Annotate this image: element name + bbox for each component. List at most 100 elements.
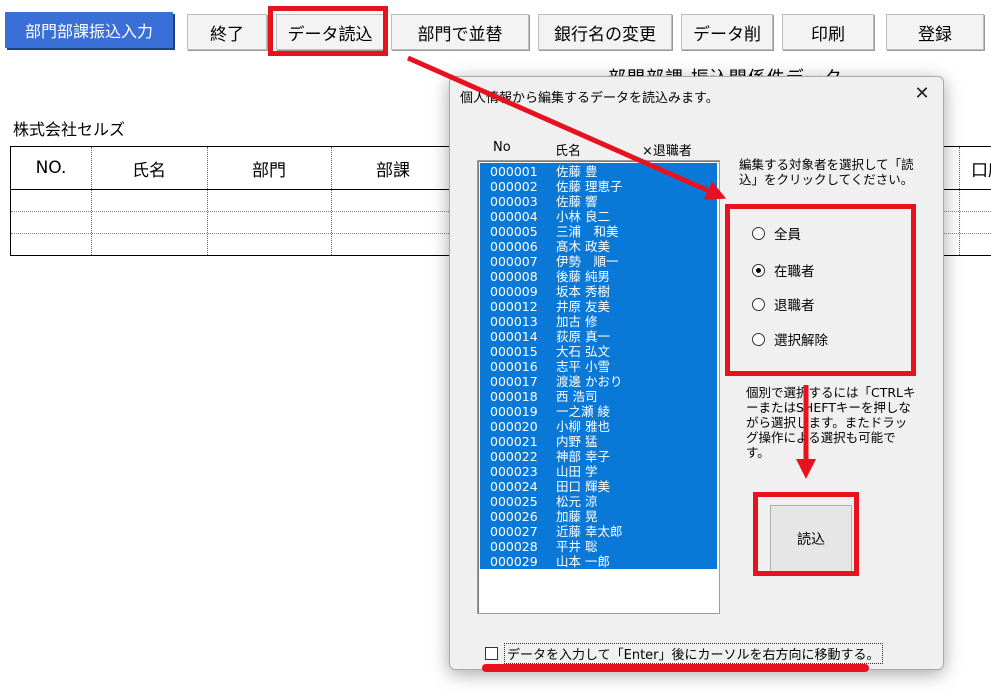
- radio-retired-employees[interactable]: 退職者: [752, 294, 815, 314]
- employee-name: 小林 良二: [556, 209, 610, 224]
- employee-name: 山本 一郎: [556, 554, 610, 569]
- instruction-text: 編集する対象者を選択して「読込」をクリックしてください。: [739, 157, 914, 187]
- company-name: 株式会社セルズ: [13, 120, 126, 139]
- list-header-retired: ×退職者: [642, 144, 692, 159]
- employee-no: 000014: [490, 329, 538, 344]
- list-item[interactable]: 000027 近藤 幸太郎: [490, 524, 622, 539]
- change-bank-name-button[interactable]: 銀行名の変更: [538, 14, 672, 50]
- employee-name: 小柳 雅也: [556, 419, 610, 434]
- list-item[interactable]: 000001 佐藤 豊: [490, 164, 597, 179]
- radio-circle-icon: [752, 226, 765, 240]
- checkbox-icon: [485, 647, 498, 660]
- list-item[interactable]: 000002 佐藤 理恵子: [490, 179, 622, 194]
- employee-name: 伊勢 順一: [556, 254, 619, 269]
- employee-name: 坂本 秀樹: [556, 284, 610, 299]
- print-button[interactable]: 印刷: [782, 14, 874, 50]
- column-header-name: 氏名: [132, 160, 166, 181]
- list-item[interactable]: 000015 大石 弘文: [490, 344, 610, 359]
- list-item[interactable]: 000008 後藤 純男: [490, 269, 610, 284]
- list-item[interactable]: 000013 加古 修: [490, 314, 597, 329]
- dialog-title: 個人情報から編集するデータを読込みます。: [460, 91, 719, 106]
- register-button[interactable]: 登録: [886, 14, 984, 50]
- employee-no: 000002: [490, 179, 538, 194]
- employee-no: 000028: [490, 539, 538, 554]
- list-item[interactable]: 000023 山田 学: [490, 464, 597, 479]
- radio-label: 全員: [774, 227, 801, 243]
- list-item[interactable]: 000016 志平 小雪: [490, 359, 610, 374]
- employee-no: 000013: [490, 314, 538, 329]
- checkbox-label: データを入力して「Enter」後にカーソルを右方向に移動する。: [504, 643, 883, 664]
- employee-name: 佐藤 理恵子: [556, 179, 623, 194]
- list-item[interactable]: 000025 松元 涼: [490, 494, 597, 509]
- list-item[interactable]: 000022 神部 幸子: [490, 449, 610, 464]
- employee-name: 大石 弘文: [556, 344, 610, 359]
- employee-name: 渡邊 かおり: [556, 374, 623, 389]
- grid-divider: [91, 147, 92, 255]
- list-item[interactable]: 000014 荻原 真一: [490, 329, 610, 344]
- list-item[interactable]: 000019 一之瀬 綾: [490, 404, 610, 419]
- list-item[interactable]: 000029 山本 一郎: [490, 554, 610, 569]
- list-item[interactable]: 000026 加藤 晃: [490, 509, 597, 524]
- column-header-account: 口座: [971, 160, 991, 181]
- list-item[interactable]: 000009 坂本 秀樹: [490, 284, 610, 299]
- list-item[interactable]: 000012 井原 友美: [490, 299, 610, 314]
- employee-no: 000005: [490, 224, 538, 239]
- employee-name: 山田 学: [556, 464, 598, 479]
- radio-clear-selection[interactable]: 選択解除: [752, 329, 828, 349]
- list-item[interactable]: 000018 西 浩司: [490, 389, 597, 404]
- radio-active-employees[interactable]: 在職者: [752, 260, 815, 280]
- delete-data-button[interactable]: データ削: [681, 14, 773, 50]
- column-header-section: 部課: [376, 160, 410, 181]
- read-button[interactable]: 読込: [770, 505, 852, 573]
- employee-no: 000015: [490, 344, 538, 359]
- move-cursor-right-checkbox[interactable]: データを入力して「Enter」後にカーソルを右方向に移動する。: [485, 643, 883, 664]
- grid-divider: [331, 147, 332, 255]
- column-header-department: 部門: [252, 160, 286, 181]
- employee-listbox[interactable]: 000001 佐藤 豊 000002 佐藤 理恵子 000003 佐藤 響 000004 小林…: [477, 160, 720, 614]
- employee-name: 佐藤 響: [556, 194, 598, 209]
- employee-name: 三浦 和美: [556, 224, 619, 239]
- employee-no: 000009: [490, 284, 538, 299]
- employee-name: 佐藤 豊: [556, 164, 598, 179]
- employee-no: 000019: [490, 404, 538, 419]
- employee-name: 井原 友美: [556, 299, 610, 314]
- list-header-no: No: [493, 140, 511, 155]
- radio-label: 退職者: [774, 298, 815, 314]
- list-item[interactable]: 000020 小柳 雅也: [490, 419, 610, 434]
- read-data-button[interactable]: データ読込: [276, 14, 384, 50]
- exit-button[interactable]: 終了: [187, 14, 267, 50]
- radio-label: 在職者: [774, 264, 815, 280]
- list-item[interactable]: 000017 渡邊 かおり: [490, 374, 622, 389]
- employee-name: 平井 聡: [556, 539, 598, 554]
- employee-name: 後藤 純男: [556, 269, 610, 284]
- app-title: 部門部課振込入力: [5, 12, 173, 48]
- employee-no: 000007: [490, 254, 538, 269]
- employee-name: 加藤 晃: [556, 509, 598, 524]
- employee-no: 000016: [490, 359, 538, 374]
- grid-divider: [959, 147, 960, 255]
- employee-name: 田口 輝美: [556, 479, 610, 494]
- help-text: 個別で選択するには「CTRLキーまたはSHEFTキーを押しながら選択します。また…: [746, 385, 916, 460]
- sort-by-department-button[interactable]: 部門で並替: [391, 14, 529, 50]
- employee-filter-radio-group: 全員 在職者 退職者 選択解除: [724, 203, 916, 373]
- employee-no: 000021: [490, 434, 538, 449]
- list-item[interactable]: 000021 内野 猛: [490, 434, 597, 449]
- employee-no: 000006: [490, 239, 538, 254]
- employee-no: 000018: [490, 389, 538, 404]
- list-item[interactable]: 000007 伊勢 順一: [490, 254, 619, 269]
- list-item[interactable]: 000004 小林 良二: [490, 209, 610, 224]
- column-header-no: NO.: [35, 158, 67, 178]
- grid-divider: [207, 147, 208, 255]
- employee-name: 荻原 真一: [556, 329, 610, 344]
- close-icon[interactable]: ✕: [911, 83, 933, 105]
- list-item[interactable]: 000024 田口 輝美: [490, 479, 610, 494]
- employee-name: 内野 猛: [556, 434, 598, 449]
- radio-all[interactable]: 全員: [752, 223, 801, 243]
- list-item[interactable]: 000003 佐藤 響: [490, 194, 597, 209]
- employee-no: 000012: [490, 299, 538, 314]
- list-item[interactable]: 000005 三浦 和美: [490, 224, 619, 239]
- list-item[interactable]: 000006 髙木 政美: [490, 239, 610, 254]
- employee-no: 000004: [490, 209, 538, 224]
- employee-name: 神部 幸子: [556, 449, 610, 464]
- list-item[interactable]: 000028 平井 聡: [490, 539, 597, 554]
